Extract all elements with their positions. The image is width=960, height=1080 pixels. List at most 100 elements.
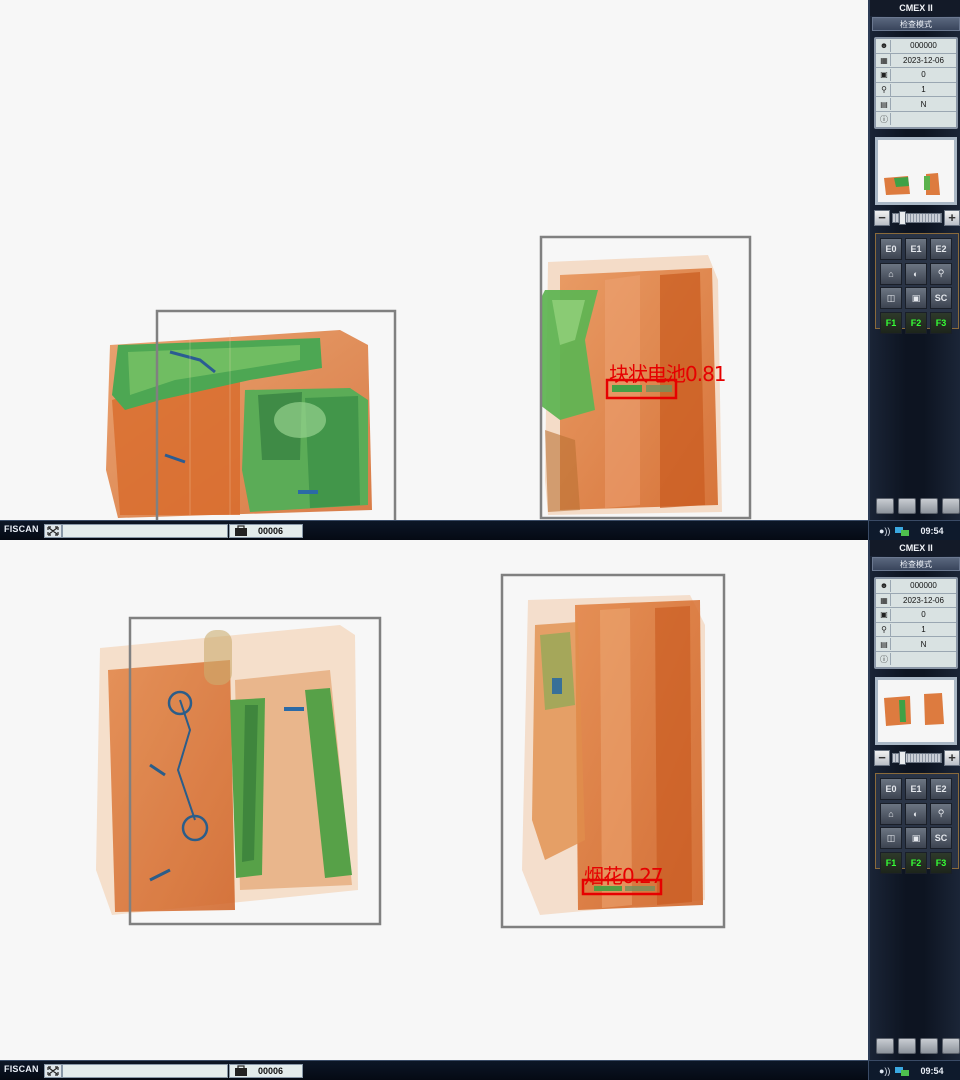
zoom-slider[interactable] bbox=[892, 751, 942, 765]
camera-button[interactable]: ▣ bbox=[905, 287, 927, 309]
sc-button[interactable]: SC bbox=[930, 287, 952, 309]
contrast-button[interactable]: ◐ bbox=[905, 262, 927, 285]
bag-count: 00006 bbox=[258, 1066, 284, 1076]
xray-image-view[interactable]: 烟花0.27 bbox=[0, 540, 868, 1060]
bag-counter: 00006 bbox=[229, 524, 303, 538]
camera-button[interactable]: ▣ bbox=[905, 827, 927, 849]
tray-icon: ▤ bbox=[878, 98, 891, 111]
zoom-in-button[interactable]: + bbox=[944, 210, 960, 226]
status-bar: FISCAN 00006 ●)) 09:54 bbox=[0, 520, 960, 540]
xray-image-view[interactable]: 块状电池0.81 bbox=[0, 0, 868, 520]
tray-icon: ▤ bbox=[878, 638, 891, 651]
home-icon: ⌂ bbox=[888, 268, 894, 279]
f1-button[interactable]: F1 bbox=[880, 311, 902, 334]
speaker-icon[interactable]: ●)) bbox=[879, 526, 890, 536]
f2-button[interactable]: F2 bbox=[905, 311, 927, 334]
fullscreen-button[interactable] bbox=[44, 524, 62, 538]
info-row-date: ▦ 2023-12-06 bbox=[876, 594, 956, 609]
function-buttons: E0 E1 E2 ⌂ ◐ ⚲ ◫ ▣ SC F1 F2 F3 bbox=[875, 233, 959, 334]
zoom-slider[interactable] bbox=[892, 211, 942, 225]
calendar-icon: ▦ bbox=[878, 54, 891, 67]
home-icon: ⌂ bbox=[888, 808, 894, 819]
fullscreen-icon bbox=[47, 1066, 59, 1076]
mirror-button[interactable]: ◫ bbox=[880, 827, 902, 849]
calendar-icon: ▦ bbox=[878, 594, 891, 607]
save-icon[interactable] bbox=[876, 1038, 894, 1054]
export-icon[interactable] bbox=[942, 1038, 960, 1054]
f1-button[interactable]: F1 bbox=[880, 851, 902, 874]
detection-label: 块状电池0.81 bbox=[609, 362, 727, 386]
info-box: ☻ 000000 ▦ 2023-12-06 ▣ 0 ⚲ 1 ▤ N ⓘ bbox=[874, 37, 958, 129]
info-row-info: ⓘ bbox=[876, 112, 956, 127]
mirror-icon: ◫ bbox=[886, 832, 896, 843]
tray-value: N bbox=[920, 99, 927, 109]
info-row-operator: ☻ 000000 bbox=[876, 39, 956, 54]
zoom-out-button[interactable]: − bbox=[874, 210, 890, 226]
counter-value: 0 bbox=[921, 610, 926, 620]
zoom-button[interactable]: ⚲ bbox=[930, 802, 952, 825]
system-tray: ●)) 09:54 bbox=[868, 521, 960, 540]
home-button[interactable]: ⌂ bbox=[880, 262, 902, 285]
mode-indicator[interactable]: 检查模式 bbox=[872, 557, 960, 571]
zoom-out-button[interactable]: − bbox=[874, 750, 890, 766]
sc-button[interactable]: SC bbox=[930, 827, 952, 849]
panel-bottom-icons bbox=[876, 498, 960, 516]
date-value: 2023-12-06 bbox=[903, 595, 944, 605]
mode-indicator[interactable]: 检查模式 bbox=[872, 17, 960, 31]
network-icon[interactable] bbox=[894, 1065, 910, 1077]
camera-icon: ▣ bbox=[911, 292, 921, 303]
e2-button[interactable]: E2 bbox=[930, 778, 952, 800]
save-icon[interactable] bbox=[876, 498, 894, 514]
tools-icon[interactable] bbox=[920, 498, 938, 514]
e0-button[interactable]: E0 bbox=[880, 778, 902, 800]
f3-button[interactable]: F3 bbox=[930, 311, 952, 334]
info-box: ☻ 000000 ▦ 2023-12-06 ▣ 0 ⚲ 1 ▤ N ⓘ bbox=[874, 577, 958, 669]
xray-image bbox=[96, 573, 726, 929]
search-value: 1 bbox=[921, 85, 926, 95]
date-value: 2023-12-06 bbox=[903, 55, 944, 65]
f3-button[interactable]: F3 bbox=[930, 851, 952, 874]
zoom-slider-thumb[interactable] bbox=[899, 751, 906, 765]
f2-button[interactable]: F2 bbox=[905, 851, 927, 874]
app-title: CMEX II bbox=[870, 540, 960, 556]
info-row-search: ⚲ 1 bbox=[876, 623, 956, 638]
operator-id: 000000 bbox=[910, 581, 937, 591]
magnifier-icon: ⚲ bbox=[937, 268, 945, 278]
network-icon[interactable] bbox=[894, 525, 910, 537]
forward-icon[interactable] bbox=[898, 1038, 916, 1054]
clock: 09:54 bbox=[920, 526, 944, 536]
clock: 09:54 bbox=[920, 1066, 944, 1076]
info-row-search: ⚲ 1 bbox=[876, 83, 956, 98]
contrast-icon: ◐ bbox=[913, 268, 919, 279]
forward-icon[interactable] bbox=[898, 498, 916, 514]
zoom-button[interactable]: ⚲ bbox=[930, 262, 952, 285]
brand-label: FISCAN bbox=[4, 524, 39, 534]
speaker-icon[interactable]: ●)) bbox=[879, 1066, 890, 1076]
contrast-button[interactable]: ◐ bbox=[905, 802, 927, 825]
operator-id: 000000 bbox=[910, 41, 937, 51]
operator-icon: ☻ bbox=[878, 39, 891, 52]
bag-left bbox=[106, 330, 372, 518]
home-button[interactable]: ⌂ bbox=[880, 802, 902, 825]
e0-button[interactable]: E0 bbox=[880, 238, 902, 260]
info-icon: ⓘ bbox=[878, 113, 891, 126]
camera-icon: ▣ bbox=[911, 832, 921, 843]
e1-button[interactable]: E1 bbox=[905, 238, 927, 260]
info-row-tray: ▤ N bbox=[876, 97, 956, 112]
zoom-in-button[interactable]: + bbox=[944, 750, 960, 766]
thumbnail[interactable] bbox=[875, 677, 957, 745]
thumbnail[interactable] bbox=[875, 137, 957, 205]
tools-icon[interactable] bbox=[920, 1038, 938, 1054]
thumbnail-image bbox=[878, 680, 954, 742]
counter-icon: ▣ bbox=[878, 608, 891, 621]
e1-button[interactable]: E1 bbox=[905, 778, 927, 800]
fullscreen-button[interactable] bbox=[44, 1064, 62, 1078]
bag-left bbox=[96, 625, 358, 915]
mirror-button[interactable]: ◫ bbox=[880, 287, 902, 309]
app-title: CMEX II bbox=[870, 0, 960, 16]
info-row-operator: ☻ 000000 bbox=[876, 579, 956, 594]
zoom-slider-thumb[interactable] bbox=[899, 211, 906, 225]
export-icon[interactable] bbox=[942, 498, 960, 514]
e2-button[interactable]: E2 bbox=[930, 238, 952, 260]
bottom-screen: 烟花0.27 CMEX II 检查模式 ☻ 000000 ▦ 2023-12-0… bbox=[0, 540, 960, 1080]
